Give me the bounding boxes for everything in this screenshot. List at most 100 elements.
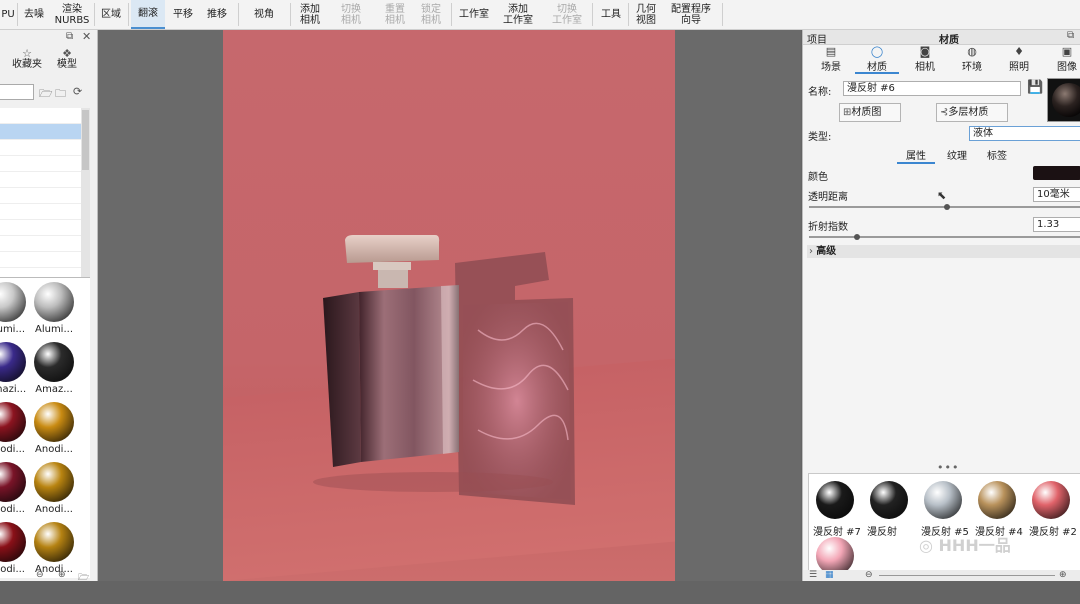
perfume-bottle-scene (313, 235, 575, 505)
material-thumbnail[interactable]: Anodi... (0, 460, 28, 520)
material-thumbnail[interactable]: Amaz... (32, 340, 76, 400)
panel-header: 项目 材质 ⧉ (803, 30, 1080, 46)
color-swatch[interactable] (1033, 166, 1080, 180)
multi-layer-material-button[interactable]: ⊰多层材质 (936, 103, 1008, 122)
folder-icon[interactable]: 🗁 (78, 570, 89, 586)
material-library-grid: Alumi... Alumi... Amazi... Amaz... Anodi… (0, 277, 90, 578)
transparency-distance-input[interactable]: 10毫米 (1033, 187, 1080, 202)
list-item[interactable] (0, 220, 90, 236)
thumbnail-size-slider[interactable] (879, 575, 1055, 576)
toolbar-pan[interactable]: 平移 (168, 0, 198, 29)
watermark: ◎ HHH一品 (919, 536, 1011, 555)
refraction-index-slider-handle[interactable] (854, 234, 860, 240)
list-item[interactable] (0, 172, 90, 188)
toolbar-studio[interactable]: 工作室 (454, 0, 494, 29)
material-swatch (0, 522, 26, 562)
material-swatch (34, 522, 74, 562)
list-item[interactable] (0, 204, 90, 220)
advanced-section-header[interactable]: › 高级 (807, 245, 1080, 258)
toolbar-geometry-view[interactable]: 几何 视图 (631, 0, 661, 29)
material-thumbnail[interactable]: Alumi... (0, 280, 28, 340)
undock-icon[interactable]: ⧉ (1067, 30, 1074, 41)
folder-icon[interactable]: 🗁 (39, 85, 53, 104)
close-icon[interactable]: ✕ (82, 30, 91, 43)
scene-material-thumbnail[interactable]: 漫反射 #2 (1029, 478, 1077, 548)
refraction-index-label: 折射指数 (808, 222, 848, 233)
refraction-index-slider[interactable] (809, 236, 1080, 238)
camera-icon: ◙ (919, 45, 931, 58)
material-swatch (1032, 481, 1070, 519)
list-item[interactable] (0, 156, 90, 172)
zoom-in-icon[interactable]: ⊕ (58, 570, 66, 580)
refraction-index-input[interactable]: 1.33 (1033, 217, 1080, 232)
toolbar-region[interactable]: 区域 (96, 0, 126, 29)
type-label: 类型: (808, 132, 832, 143)
material-swatch (0, 282, 26, 322)
subtab-labels[interactable]: 标签 (979, 147, 1015, 162)
material-swatch (924, 481, 962, 519)
tab-environment[interactable]: ◍ 环境 (950, 46, 994, 74)
toolbar-denoise[interactable]: 去噪 (20, 0, 48, 29)
material-thumbnail[interactable]: Anodi... (0, 400, 28, 460)
material-preview[interactable] (1047, 78, 1080, 122)
toolbar-view-angle[interactable]: 视角 (244, 0, 284, 29)
tab-favorites[interactable]: ☆ 收藏夹 (8, 48, 46, 70)
material-thumbnail[interactable]: Anodi... (32, 460, 76, 520)
toolbar-add-studio[interactable]: 添加 工作室 (498, 0, 538, 29)
refresh-icon[interactable]: ⟳ (73, 85, 82, 98)
zoom-in-icon[interactable]: ⊕ (1059, 570, 1067, 580)
library-panel: ⧉ ✕ ☆ 收藏夹 ❖ 模型 🗁 🗀 ⟳ Alumi... Alumi... (0, 30, 98, 583)
list-item[interactable] (0, 124, 90, 140)
material-thumbnail[interactable]: Alumi... (32, 280, 76, 340)
material-name-input[interactable]: 漫反射 #6 (843, 81, 1021, 96)
zoom-out-icon[interactable]: ⊖ (36, 570, 44, 580)
tab-models[interactable]: ❖ 模型 (50, 48, 84, 70)
list-view-icon[interactable]: ☰ (809, 570, 817, 580)
zoom-out-icon[interactable]: ⊖ (865, 570, 873, 580)
project-label[interactable]: 项目 (807, 31, 827, 46)
tab-lighting[interactable]: ♦ 照明 (997, 46, 1041, 74)
list-item[interactable] (0, 236, 90, 252)
tab-material[interactable]: ◯ 材质 (855, 46, 899, 74)
toolbar-lock-camera[interactable]: 锁定 相机 (414, 0, 448, 29)
list-item[interactable] (0, 188, 90, 204)
render-image[interactable] (223, 30, 675, 581)
toolbar-dolly[interactable]: 推移 (201, 0, 233, 29)
library-scrollbar[interactable] (81, 108, 90, 293)
toolbar-render-nurbs[interactable]: 渲染 NURBS (52, 0, 92, 29)
scene-material-thumbnail[interactable] (813, 534, 859, 604)
toolbar-tumble[interactable]: 翻滚 (131, 0, 165, 29)
material-thumbnail[interactable]: Anodi... (32, 400, 76, 460)
save-icon[interactable]: 💾 (1027, 80, 1043, 95)
toolbar-add-camera[interactable]: 添加 相机 (293, 0, 327, 29)
subtab-properties[interactable]: 属性 (897, 147, 935, 164)
toolbar-switch-camera[interactable]: 切换 相机 (334, 0, 368, 29)
material-graph-button[interactable]: ⊞材质图 (839, 103, 901, 122)
toolbar-configurator-wizard[interactable]: 配置程序 向导 (666, 0, 716, 29)
toolbar-tools[interactable]: 工具 (596, 0, 626, 29)
folder-add-icon[interactable]: 🗀 (55, 85, 66, 104)
transparency-slider-handle[interactable] (944, 204, 950, 210)
panel-title: 材质 (939, 35, 959, 46)
tab-image[interactable]: ▣ 图像 (1045, 46, 1080, 74)
grid-view-icon[interactable]: ▦ (825, 570, 834, 580)
library-search-input[interactable] (0, 84, 34, 100)
material-type-select[interactable]: 液体 (969, 126, 1080, 141)
undock-icon[interactable]: ⧉ (66, 31, 73, 42)
material-thumbnail[interactable]: Amazi... (0, 340, 28, 400)
material-swatch (0, 462, 26, 502)
subtab-textures[interactable]: 纹理 (939, 147, 975, 162)
tab-scene[interactable]: ▤ 场景 (809, 46, 853, 74)
toolbar-reset-camera[interactable]: 重置 相机 (378, 0, 412, 29)
scene-materials-tray: 漫反射 #7 漫反射 漫反射 #5 漫反射 #4 漫反射 #2 ◎ HHH一品 (808, 473, 1080, 581)
list-item[interactable] (0, 108, 90, 124)
render-viewport[interactable] (98, 30, 801, 581)
material-swatch (34, 402, 74, 442)
toolbar-switch-studio[interactable]: 切换 工作室 (546, 0, 588, 29)
models-icon: ❖ (62, 47, 72, 60)
tab-camera[interactable]: ◙ 相机 (903, 45, 947, 74)
scene-material-thumbnail[interactable]: 漫反射 (867, 478, 913, 548)
list-item[interactable] (0, 140, 90, 156)
list-item[interactable] (0, 252, 90, 268)
toolbar-gpu[interactable]: PU (0, 0, 16, 29)
